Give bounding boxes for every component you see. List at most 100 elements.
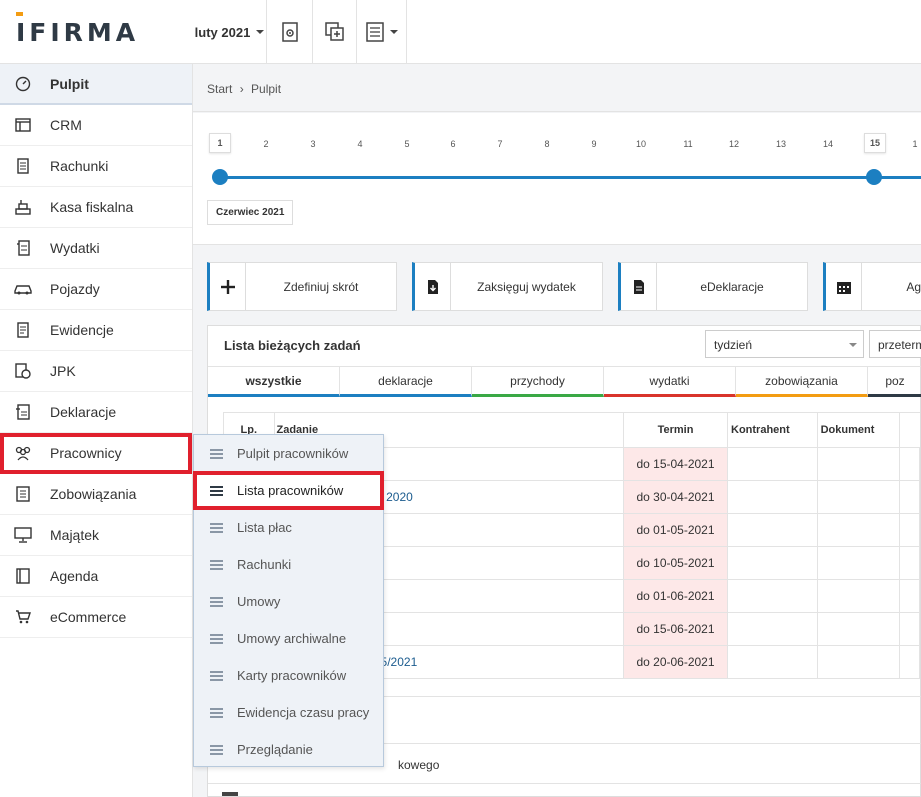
hamburger-icon [210, 521, 223, 535]
month-label: luty 2021 [194, 24, 251, 40]
column-header-dokument[interactable]: Dokument [816, 412, 901, 448]
submenu-item-label: Karty pracowników [237, 668, 347, 683]
hamburger-icon [210, 484, 223, 498]
timeline-day[interactable]: 8 [537, 139, 557, 149]
breadcrumb-start-link[interactable]: Start [207, 82, 232, 96]
submenu-item-lista-plac[interactable]: Lista płac [194, 509, 383, 546]
info-text: kowego [398, 758, 440, 772]
submenu-item-label: Umowy [237, 594, 281, 609]
shortcut-post-expense-button[interactable]: Zaksięguj wydatek [412, 262, 603, 311]
period-select[interactable]: tydzień [705, 330, 864, 358]
tab-przychody[interactable]: przychody [472, 367, 604, 397]
submenu-item-lista-pracownikow[interactable]: Lista pracowników [193, 471, 384, 510]
agenda-icon [14, 567, 32, 585]
submenu-item-label: Pulpit pracowników [237, 446, 349, 461]
invoice-icon [14, 157, 32, 175]
document-settings-button[interactable] [267, 0, 313, 64]
new-document-button[interactable] [313, 0, 357, 64]
tab-wydatki[interactable]: wydatki [604, 367, 736, 397]
submenu-item-karty-pracownikow[interactable]: Karty pracowników [194, 657, 383, 694]
tasks-title: Lista bieżących zadań [224, 338, 361, 353]
doc-gear-icon [281, 22, 298, 42]
tab-pozostale[interactable]: poz [868, 367, 921, 397]
timeline-day[interactable]: 14 [818, 139, 838, 149]
sidebar: Pulpit CRM Rachunki Kasa fiskalna Wydatk… [0, 64, 193, 797]
timeline-day[interactable]: 5 [397, 139, 417, 149]
shortcut-label: eDeklaracje [700, 279, 764, 294]
submenu-item-umowy-archiwalne[interactable]: Umowy archiwalne [194, 620, 383, 657]
timeline-day[interactable]: 4 [350, 139, 370, 149]
sidebar-item-ecommerce[interactable]: eCommerce [0, 597, 192, 638]
term-cell: do 20-06-2021 [623, 645, 729, 679]
submenu-item-ewidencja-czasu-pracy[interactable]: Ewidencja czasu pracy [194, 694, 383, 731]
term-cell: do 01-05-2021 [623, 513, 729, 547]
timeline-day[interactable]: 2 [256, 139, 276, 149]
timeline-day[interactable]: 11 [678, 139, 698, 149]
hamburger-icon [210, 447, 223, 461]
timeline-day[interactable]: 12 [724, 139, 744, 149]
sidebar-item-majatek[interactable]: Majątek [0, 515, 192, 556]
timeline-day[interactable]: 1 [909, 139, 921, 149]
filter-select-value: przeterm [878, 338, 921, 352]
submenu-item-rachunki[interactable]: Rachunki [194, 546, 383, 583]
timeline-day[interactable]: 13 [771, 139, 791, 149]
employees-icon [14, 444, 32, 462]
sidebar-item-label: Agenda [50, 568, 99, 584]
submenu-item-label: Umowy archiwalne [237, 631, 347, 646]
timeline-end-handle[interactable] [866, 169, 882, 185]
term-cell: do 15-06-2021 [623, 612, 729, 646]
copy-plus-icon [324, 22, 344, 41]
jpk-icon [14, 362, 32, 380]
timeline-day[interactable]: 1 [209, 133, 231, 153]
document-icon [621, 263, 657, 310]
sidebar-item-rachunki[interactable]: Rachunki [0, 146, 192, 187]
sidebar-item-label: Kasa fiskalna [50, 199, 134, 215]
timeline-day[interactable]: 10 [631, 139, 651, 149]
shortcut-label: Ag [906, 279, 921, 294]
submenu-item-przegladanie[interactable]: Przeglądanie [194, 731, 383, 768]
column-header-extra [899, 412, 920, 448]
tab-wszystkie[interactable]: wszystkie [208, 367, 340, 397]
tab-zobowiazania[interactable]: zobowiązania [736, 367, 868, 397]
sidebar-item-deklaracje[interactable]: Deklaracje [0, 392, 192, 433]
column-header-termin[interactable]: Termin [623, 412, 729, 448]
hamburger-icon [210, 595, 223, 609]
sidebar-item-jpk[interactable]: JPK [0, 351, 192, 392]
shortcut-agenda-button[interactable]: Ag [823, 262, 921, 311]
sidebar-item-pojazdy[interactable]: Pojazdy [0, 269, 192, 310]
column-header-kontrahent[interactable]: Kontrahent [727, 412, 818, 448]
chevron-down-icon [849, 343, 857, 347]
employees-submenu: Pulpit pracowników Lista pracowników Lis… [193, 434, 384, 767]
declarations-icon [14, 403, 32, 421]
timeline-day[interactable]: 15 [864, 133, 886, 153]
sidebar-item-label: Ewidencje [50, 322, 114, 338]
timeline-day[interactable]: 3 [303, 139, 323, 149]
sidebar-item-ewidencje[interactable]: Ewidencje [0, 310, 192, 351]
sidebar-item-pracownicy[interactable]: Pracownicy [0, 433, 192, 474]
sidebar-item-label: Rachunki [50, 158, 109, 174]
hamburger-icon [210, 558, 223, 572]
hamburger-icon [210, 632, 223, 646]
timeline-day[interactable]: 7 [490, 139, 510, 149]
month-selector[interactable]: luty 2021 [193, 0, 267, 64]
sidebar-item-kasa-fiskalna[interactable]: Kasa fiskalna [0, 187, 192, 228]
sidebar-item-pulpit[interactable]: Pulpit [0, 64, 192, 105]
timeline-day[interactable]: 9 [584, 139, 604, 149]
sidebar-item-label: eCommerce [50, 609, 127, 625]
sidebar-item-zobowiazania[interactable]: Zobowiązania [0, 474, 192, 515]
submenu-item-umowy[interactable]: Umowy [194, 583, 383, 620]
tab-deklaracje[interactable]: deklaracje [340, 367, 472, 397]
list-menu-button[interactable] [357, 0, 407, 64]
checkbox-icon[interactable] [222, 792, 238, 796]
sidebar-item-wydatki[interactable]: Wydatki [0, 228, 192, 269]
chevron-down-icon [389, 30, 398, 34]
submenu-item-pulpit-pracownikow[interactable]: Pulpit pracowników [194, 435, 383, 472]
timeline-day[interactable]: 6 [443, 139, 463, 149]
timeline-start-handle[interactable] [212, 169, 228, 185]
sidebar-item-agenda[interactable]: Agenda [0, 556, 192, 597]
shortcut-define-button[interactable]: Zdefiniuj skrót [207, 262, 397, 311]
shortcut-edeclarations-button[interactable]: eDeklaracje [618, 262, 808, 311]
sidebar-item-crm[interactable]: CRM [0, 105, 192, 146]
ifirma-logo[interactable]: IFIRMA [16, 12, 139, 47]
filter-select[interactable]: przeterm [869, 330, 921, 358]
